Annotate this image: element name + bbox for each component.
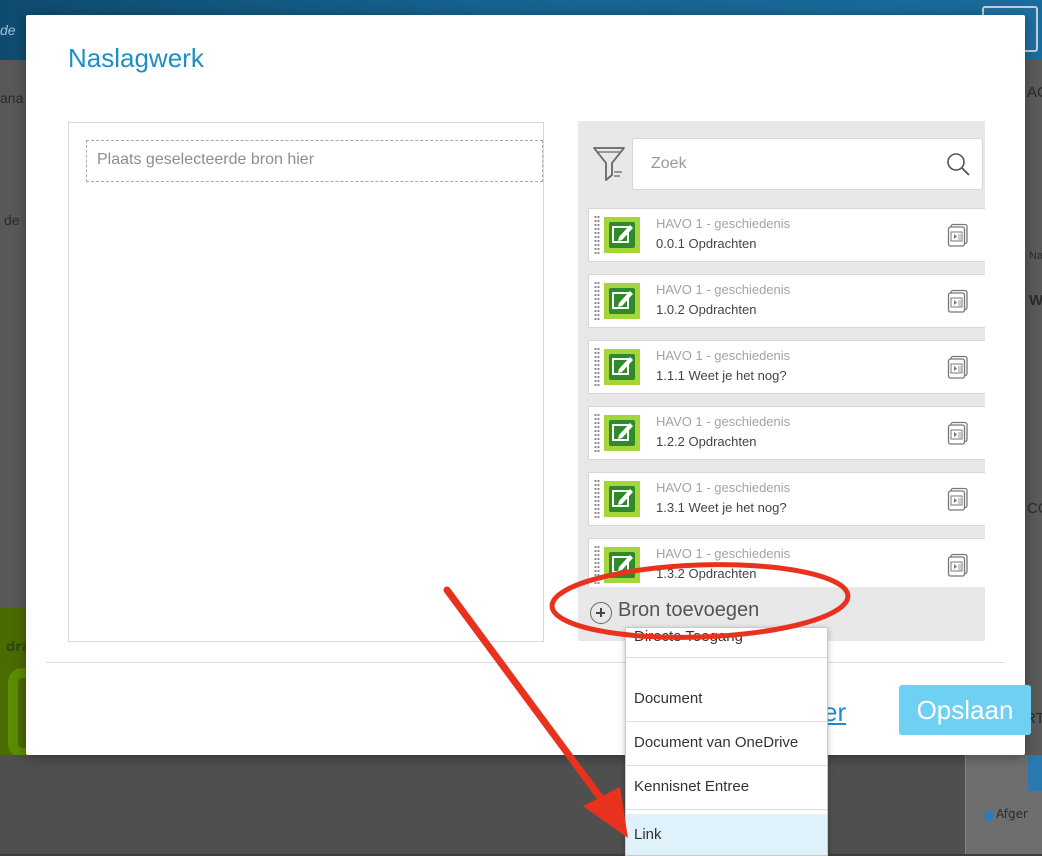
assignment-edit-icon xyxy=(604,217,640,253)
source-title: 1.3.2 Opdrachten xyxy=(656,566,757,581)
dropdown-item-kennisnet[interactable]: Kennisnet Entree xyxy=(626,766,827,810)
drop-zone-label: Plaats geselecteerde bron hier xyxy=(97,151,315,168)
preview-icon[interactable] xyxy=(947,289,969,313)
background-text-fragment: CO xyxy=(1027,500,1042,517)
preview-icon[interactable] xyxy=(947,355,969,379)
add-source-label: Bron toevoegen xyxy=(618,599,760,621)
selected-sources-panel: Plaats geselecteerde bron hier xyxy=(68,122,544,642)
assignment-edit-icon xyxy=(604,349,640,385)
available-sources-panel: HAVO 1 - geschiedenis 0.0.1 Opdrachten H… xyxy=(578,121,985,641)
source-list-item[interactable]: HAVO 1 - geschiedenis 1.3.2 Opdrachten xyxy=(588,538,985,592)
dropdown-item-onedrive[interactable]: Document van OneDrive xyxy=(626,722,827,766)
plus-circle-icon xyxy=(590,602,612,624)
assignment-edit-icon xyxy=(604,547,640,583)
source-course: HAVO 1 - geschiedenis xyxy=(656,546,791,561)
drag-handle-icon[interactable] xyxy=(594,281,600,321)
source-course: HAVO 1 - geschiedenis xyxy=(656,216,791,231)
background-text-fragment: Na xyxy=(1029,250,1042,262)
source-title: 1.3.1 Weet je het nog? xyxy=(656,500,787,515)
source-list-item[interactable]: HAVO 1 - geschiedenis 1.3.1 Weet je het … xyxy=(588,472,985,526)
dropdown-item-label: Document van OneDrive xyxy=(634,734,799,751)
drag-handle-icon[interactable] xyxy=(594,545,600,585)
drag-handle-icon[interactable] xyxy=(594,215,600,255)
dropdown-item-link[interactable]: Link xyxy=(626,814,827,855)
modal-title: Naslagwerk xyxy=(68,43,204,73)
dropdown-item-label: Link xyxy=(634,826,662,843)
source-course: HAVO 1 - geschiedenis xyxy=(656,348,791,363)
footer-divider xyxy=(46,662,1004,663)
filter-icon[interactable] xyxy=(592,145,626,183)
source-list: HAVO 1 - geschiedenis 0.0.1 Opdrachten H… xyxy=(588,208,985,604)
dropdown-item-label: Document xyxy=(634,690,703,707)
search-input[interactable] xyxy=(649,151,923,177)
source-drop-zone[interactable]: Plaats geselecteerde bron hier xyxy=(86,140,543,182)
assignment-edit-icon xyxy=(604,481,640,517)
background-right-panel: Afger xyxy=(965,755,1042,854)
dropdown-item-direct-access[interactable]: Directe Toegang xyxy=(626,628,827,658)
source-title: 1.0.2 Opdrachten xyxy=(656,302,757,317)
background-text-fragment: ana xyxy=(0,90,24,106)
assignment-edit-icon xyxy=(604,283,640,319)
source-title: 1.2.2 Opdrachten xyxy=(656,434,757,449)
dropdown-item-label: Kennisnet Entree xyxy=(634,778,750,795)
preview-icon[interactable] xyxy=(947,553,969,577)
source-list-item[interactable]: HAVO 1 - geschiedenis 1.2.2 Opdrachten xyxy=(588,406,985,460)
preview-icon[interactable] xyxy=(947,421,969,445)
background-blue-box xyxy=(1028,755,1042,791)
dropdown-item-document[interactable]: Document xyxy=(626,678,827,722)
drag-handle-icon[interactable] xyxy=(594,413,600,453)
search-icon[interactable] xyxy=(945,151,971,177)
preview-icon[interactable] xyxy=(947,223,969,247)
background-text-fragment: de xyxy=(4,212,20,228)
drag-handle-icon[interactable] xyxy=(594,347,600,387)
preview-icon[interactable] xyxy=(947,487,969,511)
background-text-fragment: W xyxy=(1029,292,1042,309)
save-button[interactable]: Opslaan xyxy=(899,685,1031,735)
source-course: HAVO 1 - geschiedenis xyxy=(656,414,791,429)
status-dot-icon xyxy=(984,811,994,821)
background-bottom-area xyxy=(0,755,1042,854)
source-list-item[interactable]: HAVO 1 - geschiedenis 1.0.2 Opdrachten xyxy=(588,274,985,328)
source-list-item[interactable]: HAVO 1 - geschiedenis 1.1.1 Weet je het … xyxy=(588,340,985,394)
add-source-dropdown: Directe Toegang Document Document van On… xyxy=(625,627,828,856)
naslagwerk-modal: Naslagwerk Plaats geselecteerde bron hie… xyxy=(26,15,1031,755)
assignment-edit-icon xyxy=(604,415,640,451)
background-text-fragment: Afger xyxy=(996,807,1028,821)
source-course: HAVO 1 - geschiedenis xyxy=(656,282,791,297)
drag-handle-icon[interactable] xyxy=(594,479,600,519)
search-box xyxy=(632,138,983,190)
background-text-fragment: de xyxy=(0,22,16,38)
background-text-fragment: AC xyxy=(1027,84,1042,101)
dropdown-item-label: Directe Toegang xyxy=(634,628,743,645)
source-list-item[interactable]: HAVO 1 - geschiedenis 0.0.1 Opdrachten xyxy=(588,208,985,262)
source-title: 0.0.1 Opdrachten xyxy=(656,236,757,251)
source-course: HAVO 1 - geschiedenis xyxy=(656,480,791,495)
source-title: 1.1.1 Weet je het nog? xyxy=(656,368,787,383)
